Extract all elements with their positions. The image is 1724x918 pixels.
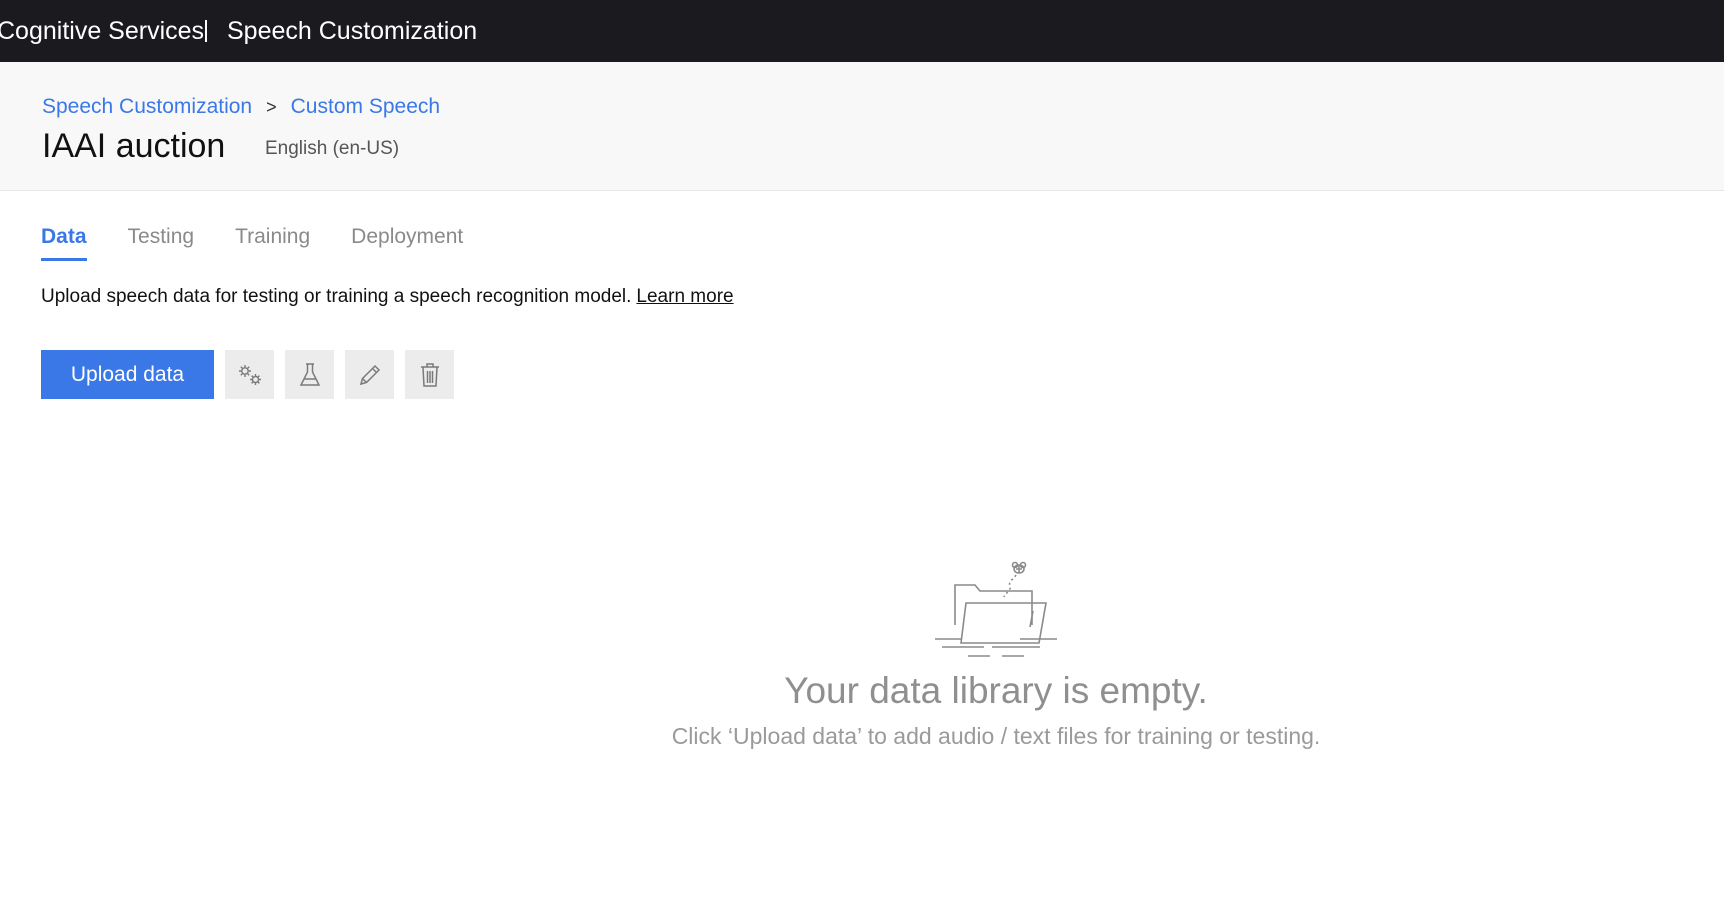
gears-icon xyxy=(236,362,264,388)
trash-icon xyxy=(419,362,441,388)
tab-deployment[interactable]: Deployment xyxy=(351,222,463,262)
topbar-divider xyxy=(205,20,207,42)
process-settings-button[interactable] xyxy=(225,350,274,399)
project-locale: English (en-US) xyxy=(265,138,400,159)
data-toolbar: Upload data xyxy=(41,350,454,399)
breadcrumb-separator: > xyxy=(266,97,277,117)
tab-training[interactable]: Training xyxy=(235,222,310,262)
learn-more-link[interactable]: Learn more xyxy=(636,286,733,307)
flask-icon xyxy=(298,362,322,388)
empty-folder-icon xyxy=(930,555,1060,670)
empty-state-subtitle: Click ‘Upload data’ to add audio / text … xyxy=(671,723,1321,749)
delete-button[interactable] xyxy=(405,350,454,399)
pencil-icon xyxy=(357,362,383,388)
product-name[interactable]: Speech Customization xyxy=(227,15,477,47)
empty-state-title: Your data library is empty. xyxy=(784,670,1208,711)
breadcrumb-custom-speech[interactable]: Custom Speech xyxy=(291,92,440,122)
upload-data-button[interactable]: Upload data xyxy=(41,350,214,399)
breadcrumb-speech-customization[interactable]: Speech Customization xyxy=(42,92,252,122)
tab-data[interactable]: Data xyxy=(41,222,87,262)
edit-button[interactable] xyxy=(345,350,394,399)
data-description: Upload speech data for testing or traini… xyxy=(41,283,734,311)
page-title: IAAI auction xyxy=(42,127,226,165)
breadcrumb: Speech Customization > Custom Speech xyxy=(42,92,440,122)
top-bar: Cognitive Services Speech Customization xyxy=(0,0,1724,62)
brand-name[interactable]: Cognitive Services xyxy=(0,15,204,47)
page-header: Speech Customization > Custom Speech IAA… xyxy=(0,62,1724,191)
description-text: Upload speech data for testing or traini… xyxy=(41,286,632,307)
tab-testing[interactable]: Testing xyxy=(128,222,195,262)
tab-bar: Data Testing Training Deployment xyxy=(41,222,504,262)
test-button[interactable] xyxy=(285,350,334,399)
